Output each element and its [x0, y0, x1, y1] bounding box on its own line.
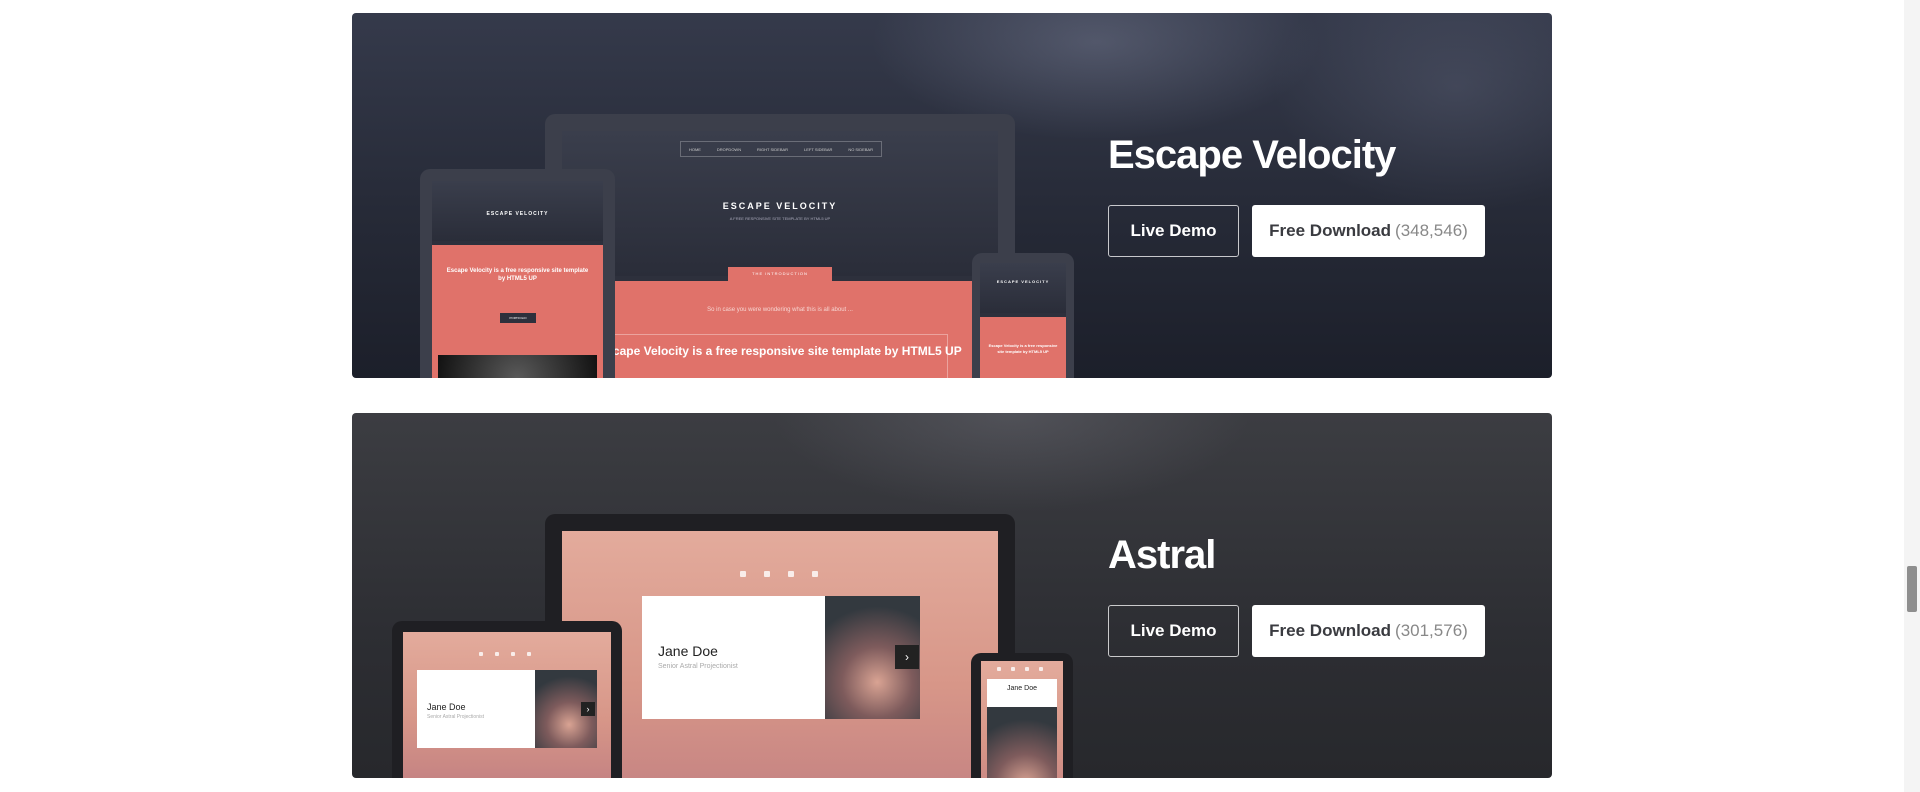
desktop-intro-tab: THE INTRODUCTION	[728, 267, 832, 281]
phone-headline: Escape Velocity is a free responsive sit…	[988, 343, 1058, 354]
tablet-mockup: ESCAPE VELOCITY Escape Velocity is a fre…	[420, 169, 615, 378]
tablet-mockup: › Jane Doe Senior Astral Projectionist	[392, 621, 622, 778]
folder-icon	[1011, 667, 1015, 671]
phone-site-title: ESCAPE VELOCITY	[996, 279, 1050, 284]
page-scrollbar[interactable]	[1904, 0, 1920, 792]
phone-mockup: Jane Doe	[971, 653, 1073, 778]
free-download-button[interactable]: Free Download (348,546)	[1252, 205, 1485, 257]
nav-item: LEFT SIDEBAR	[804, 146, 833, 152]
desktop-intro-text: So in case you were wondering what this …	[707, 307, 853, 313]
phone-profile-card	[987, 679, 1057, 707]
nav-item: NO SIDEBAR	[848, 146, 873, 152]
desktop-profile-name: Jane Doe	[658, 643, 718, 659]
chevron-right-icon: ›	[895, 645, 919, 669]
live-demo-label: Live Demo	[1130, 221, 1217, 240]
twitter-icon	[527, 652, 531, 656]
desktop-profile-role: Senior Astral Projectionist	[658, 663, 738, 670]
desktop-hero: HOME DROPDOWN RIGHT SIDEBAR LEFT SIDEBAR…	[562, 131, 998, 276]
live-demo-button[interactable]: Live Demo	[1108, 605, 1239, 657]
folder-icon	[764, 571, 770, 577]
chevron-right-icon: ›	[581, 702, 595, 716]
home-icon	[479, 652, 483, 656]
desktop-nav: HOME DROPDOWN RIGHT SIDEBAR LEFT SIDEBAR…	[680, 141, 882, 157]
desktop-screen: › Jane Doe Senior Astral Projectionist	[562, 531, 998, 778]
twitter-icon	[1039, 667, 1043, 671]
nav-item: RIGHT SIDEBAR	[757, 146, 789, 152]
phone-profile-name: Jane Doe	[1007, 685, 1037, 692]
phone-screen: ESCAPE VELOCITY Escape Velocity is a fre…	[980, 263, 1066, 378]
desktop-screen: HOME DROPDOWN RIGHT SIDEBAR LEFT SIDEBAR…	[562, 131, 998, 378]
free-download-label: Free Download	[1269, 221, 1392, 240]
phone-nav-icons	[997, 667, 1049, 673]
nav-item: DROPDOWN	[716, 146, 742, 152]
desktop-intro: So in case you were wondering what this …	[562, 281, 998, 378]
home-icon	[997, 667, 1001, 671]
tablet-headline: Escape Velocity is a free responsive sit…	[446, 268, 589, 282]
tablet-button: PORTFOLIO	[500, 313, 536, 323]
desktop-headline: Escape Velocity is a free responsive sit…	[598, 344, 962, 358]
desktop-mockup: HOME DROPDOWN RIGHT SIDEBAR LEFT SIDEBAR…	[545, 114, 1015, 378]
tablet-hero: ESCAPE VELOCITY	[432, 181, 603, 241]
template-card-escape-velocity: HOME DROPDOWN RIGHT SIDEBAR LEFT SIDEBAR…	[352, 13, 1552, 378]
desktop-site-title: ESCAPE VELOCITY	[722, 201, 838, 211]
tablet-profile-name: Jane Doe	[427, 702, 466, 712]
envelope-icon	[788, 571, 794, 577]
live-demo-button[interactable]: Live Demo	[1108, 205, 1239, 257]
nav-item: HOME	[688, 146, 701, 152]
desktop-nav-icons	[740, 571, 820, 581]
phone-screen: Jane Doe	[981, 661, 1063, 778]
tablet-screen: › Jane Doe Senior Astral Projectionist	[403, 632, 611, 778]
scrollbar-thumb[interactable]	[1907, 566, 1917, 612]
download-count: (301,576)	[1395, 621, 1468, 640]
envelope-icon	[511, 652, 515, 656]
phone-mockup: ESCAPE VELOCITY Escape Velocity is a fre…	[972, 253, 1074, 378]
download-count: (348,546)	[1395, 221, 1468, 240]
tablet-photo	[438, 355, 597, 378]
tablet-nav-icons	[479, 652, 535, 658]
free-download-button[interactable]: Free Download (301,576)	[1252, 605, 1485, 657]
template-title: Astral	[1108, 533, 1216, 577]
tablet-screen: ESCAPE VELOCITY Escape Velocity is a fre…	[432, 181, 603, 378]
phone-intro: Escape Velocity is a free responsive sit…	[980, 317, 1066, 378]
desktop-tagline: A FREE RESPONSIVE SITE TEMPLATE BY HTML5…	[729, 216, 831, 221]
twitter-icon	[812, 571, 818, 577]
envelope-icon	[1025, 667, 1029, 671]
phone-profile-photo	[987, 707, 1057, 778]
home-icon	[740, 571, 746, 577]
tablet-intro: Escape Velocity is a free responsive sit…	[432, 245, 603, 378]
tablet-profile-role: Senior Astral Projectionist	[427, 714, 484, 720]
live-demo-label: Live Demo	[1130, 621, 1217, 640]
folder-icon	[495, 652, 499, 656]
free-download-label: Free Download	[1269, 621, 1392, 640]
tablet-site-title: ESCAPE VELOCITY	[486, 211, 549, 217]
template-card-astral: › Jane Doe Senior Astral Projectionist ›…	[352, 413, 1552, 778]
phone-hero: ESCAPE VELOCITY	[980, 263, 1066, 313]
template-title: Escape Velocity	[1108, 133, 1396, 177]
